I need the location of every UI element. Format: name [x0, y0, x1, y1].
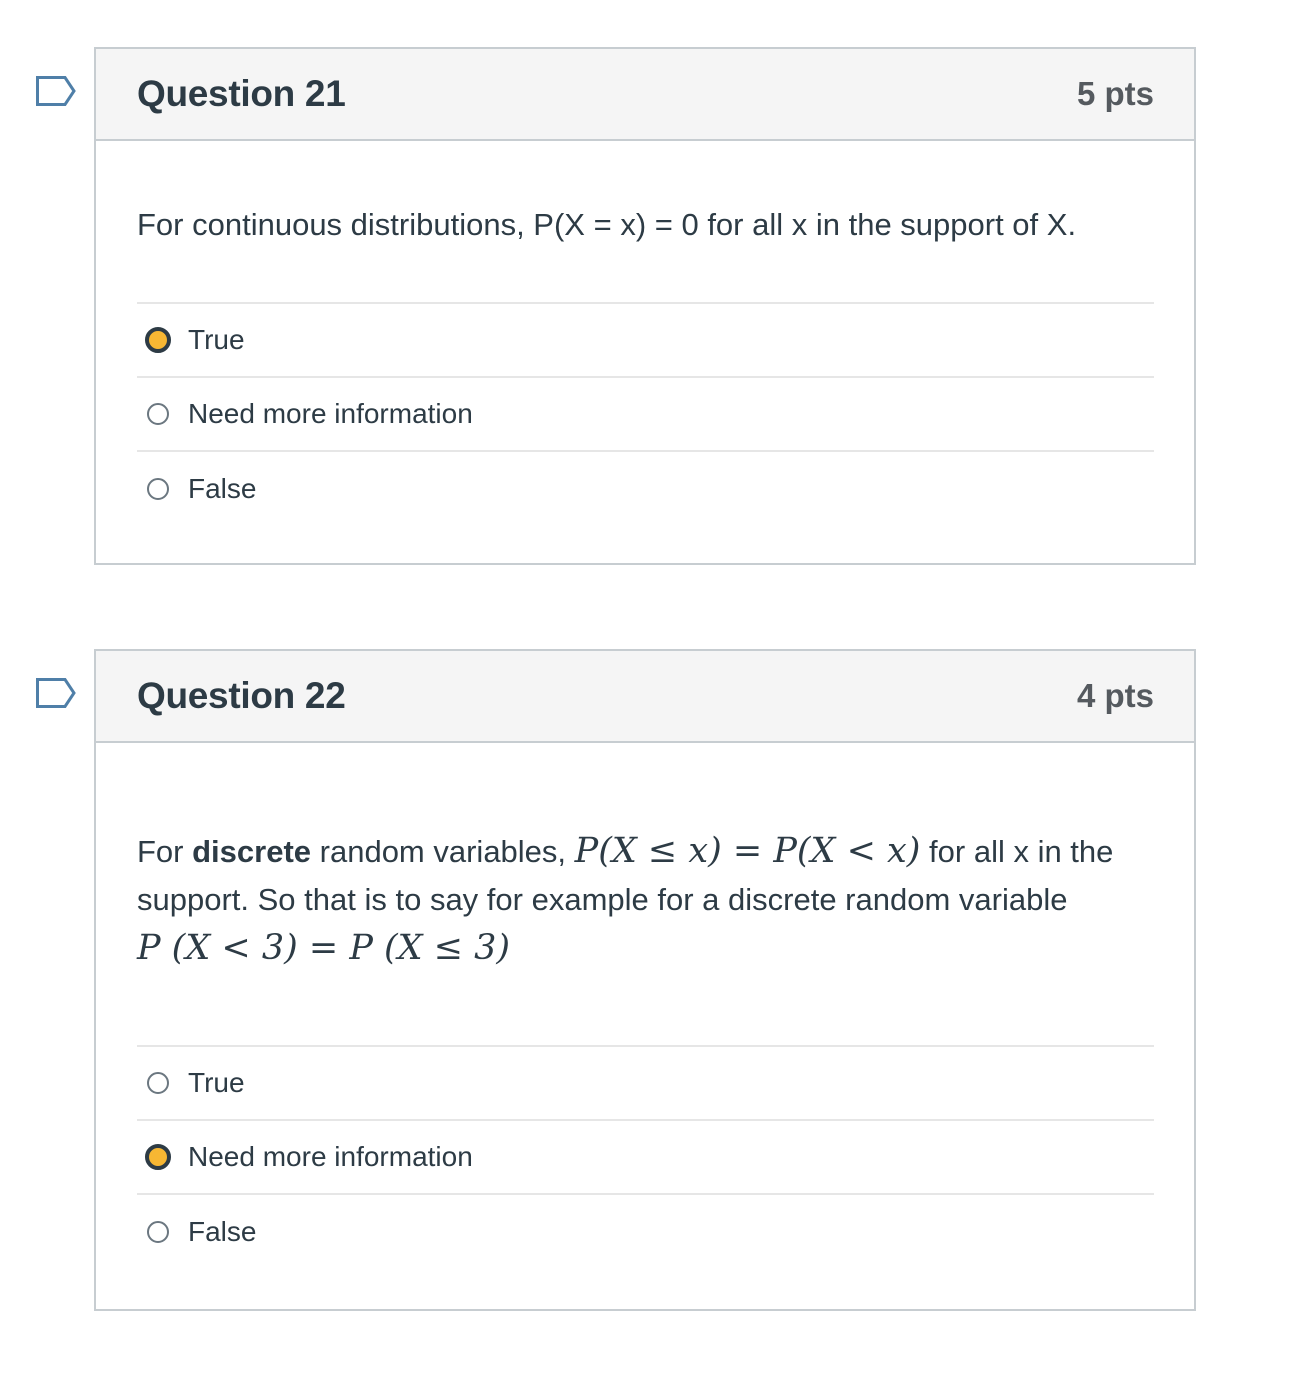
radio-button-selected[interactable] — [145, 327, 171, 353]
answer-option[interactable]: Need more information — [137, 378, 1154, 452]
question-text: For continuous distributions, P(X = x) =… — [137, 207, 1077, 242]
question-header: Question 21 5 pts — [96, 49, 1194, 141]
question-text-prefix: For — [137, 834, 193, 869]
answer-list: True Need more information False — [137, 1045, 1154, 1269]
answer-option[interactable]: Need more information — [137, 1121, 1154, 1195]
radio-button[interactable] — [147, 403, 169, 425]
radio-button[interactable] — [147, 1221, 169, 1243]
question-body: For continuous distributions, P(X = x) =… — [96, 141, 1194, 526]
answer-label: Need more information — [188, 1141, 473, 1172]
answer-option[interactable]: True — [137, 304, 1154, 378]
question-header: Question 22 4 pts — [96, 651, 1194, 743]
answer-option[interactable]: False — [137, 1195, 1154, 1269]
math-expression: P(X ≤ x) = P(X < x) — [574, 831, 921, 871]
answer-list: True Need more information False — [137, 302, 1154, 526]
answer-label: Need more information — [188, 398, 473, 429]
question-body: For discrete random variables, P(X ≤ x) … — [96, 743, 1194, 1269]
answer-label: True — [188, 1067, 245, 1098]
question-points: 5 pts — [1076, 75, 1154, 112]
flag-question-icon[interactable] — [36, 678, 76, 708]
answer-label: True — [188, 324, 245, 355]
question-title: Question 22 — [137, 675, 346, 716]
question-text: For discrete random variables, P(X ≤ x) … — [137, 743, 1154, 1045]
answer-option[interactable]: False — [137, 452, 1154, 526]
flag-question-icon[interactable] — [36, 76, 76, 106]
question-points: 4 pts — [1076, 677, 1154, 714]
math-expression: P (X < 3) = P (X ≤ 3) — [137, 928, 511, 968]
radio-button[interactable] — [147, 478, 169, 500]
answer-label: False — [188, 473, 257, 504]
answer-label: False — [188, 1216, 257, 1247]
question-title: Question 21 — [137, 73, 346, 114]
question-text-part: random variables, — [311, 834, 575, 869]
answer-option[interactable]: True — [137, 1047, 1154, 1121]
radio-button[interactable] — [147, 1072, 169, 1094]
question-card: Question 22 4 pts For discrete random va… — [94, 649, 1196, 1311]
question-text-bold: discrete — [192, 834, 312, 869]
question-card: Question 21 5 pts For continuous distrib… — [94, 47, 1196, 565]
radio-button-selected[interactable] — [145, 1144, 171, 1170]
